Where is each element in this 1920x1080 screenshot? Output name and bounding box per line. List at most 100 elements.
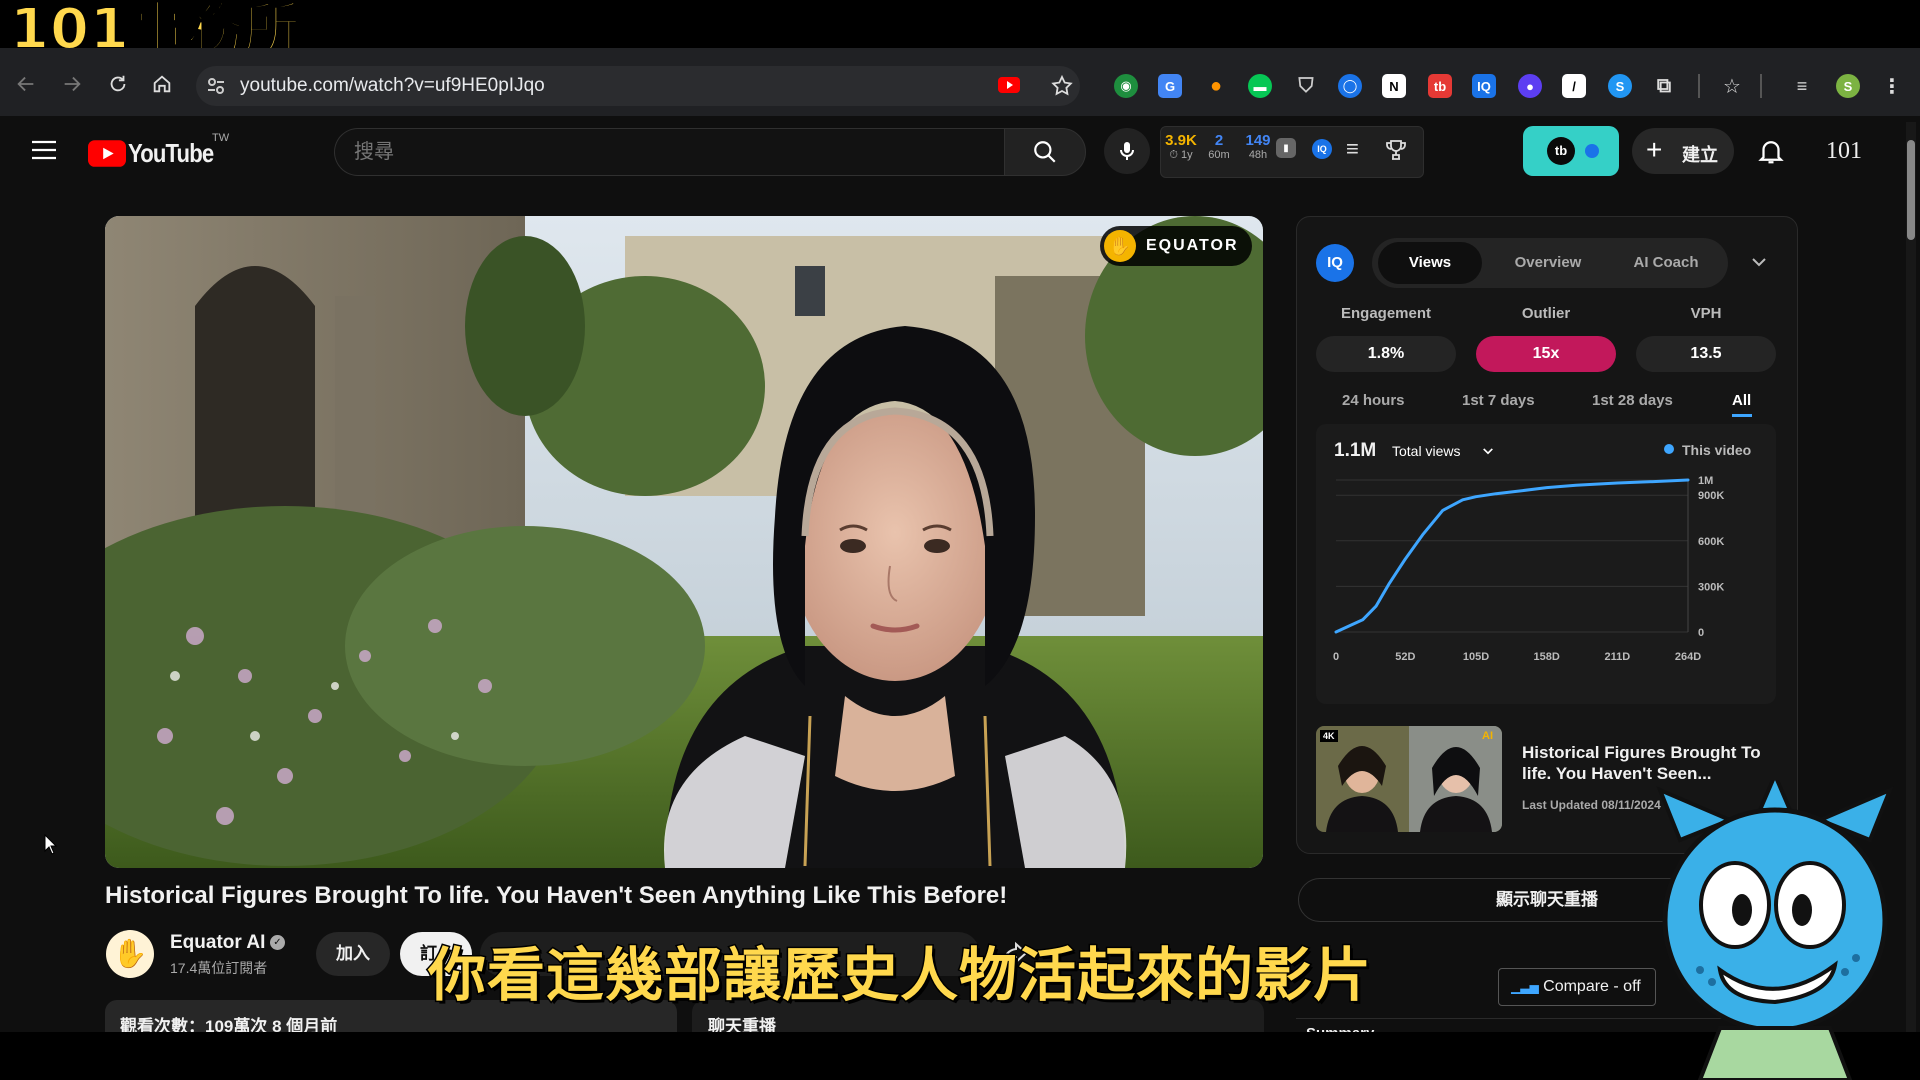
subscriber-count: 17.4萬位訂閱者 — [170, 960, 268, 976]
range-24-hours[interactable]: 24 hours — [1342, 392, 1405, 409]
bottom-letterbox — [0, 1032, 1920, 1080]
firefox-ext-icon[interactable]: ● — [1204, 74, 1228, 98]
swirl-ext-icon[interactable]: S — [1608, 74, 1632, 98]
forward-button[interactable] — [54, 66, 90, 102]
tab-overview[interactable]: Overview — [1494, 242, 1602, 284]
verified-check-icon: ✓ — [270, 935, 285, 950]
region-code: TW — [212, 132, 230, 144]
related-thumbnail[interactable]: 4K AI — [1316, 726, 1502, 832]
voice-search-button[interactable] — [1104, 128, 1150, 174]
circle-ext-icon[interactable]: ◯ — [1338, 74, 1362, 98]
related-video-title[interactable]: Historical Figures Brought To life. You … — [1522, 742, 1782, 784]
youtube-logo[interactable]: YouTube — [88, 138, 228, 168]
y-tick-label: 1M — [1698, 475, 1713, 487]
shield-ext-icon[interactable]: ⛉ — [1294, 74, 1318, 98]
select-chevron-icon — [1483, 448, 1494, 455]
bookmark-star-icon[interactable]: ☆ — [1720, 74, 1744, 98]
tubebuddy-ext-icon[interactable]: tb — [1428, 74, 1452, 98]
youtube-logo-text: YouTube — [128, 137, 214, 168]
metric-engagement-value: 1.8% — [1316, 336, 1456, 372]
arrow-right-icon — [64, 76, 81, 92]
y-tick-label: 900K — [1698, 490, 1724, 502]
plus-icon: + — [1646, 134, 1663, 165]
x-tick-label: 264D — [1675, 651, 1701, 663]
media-icon[interactable]: ≡ — [1790, 74, 1814, 98]
create-button[interactable]: + 建立 — [1632, 128, 1734, 174]
metric-engagement-label: Engagement — [1340, 305, 1431, 322]
stat-count-value: 149 — [1245, 132, 1271, 149]
range-all[interactable]: All — [1732, 392, 1751, 409]
tubebuddy-button[interactable]: tb — [1523, 126, 1619, 176]
total-views-value: 1.1M — [1334, 440, 1377, 461]
range-7-days[interactable]: 1st 7 days — [1462, 392, 1535, 409]
mascot-character — [1656, 780, 1894, 1080]
notion-ext-icon[interactable]: N — [1382, 74, 1406, 98]
y-tick-label: 300K — [1698, 581, 1724, 593]
search-input[interactable] — [352, 128, 956, 176]
back-button[interactable] — [8, 66, 44, 102]
account-avatar[interactable]: 101 — [1820, 130, 1868, 172]
video-player[interactable]: ✋ EQUATOR — [105, 216, 1263, 868]
chevron-down-icon[interactable] — [1750, 256, 1768, 268]
join-button[interactable]: 加入 — [316, 932, 390, 976]
x-tick-label: 158D — [1534, 651, 1560, 663]
status-dot-icon — [1585, 144, 1599, 158]
channel-name[interactable]: Equator AI — [170, 932, 265, 954]
reload-button[interactable] — [100, 66, 136, 102]
scrollbar-thumb[interactable] — [1907, 140, 1915, 240]
hamburger-menu-icon[interactable] — [30, 138, 58, 162]
video-title: Historical Figures Brought To life. You … — [105, 882, 1008, 909]
toolbar-divider — [1760, 74, 1762, 98]
tab-views[interactable]: Views — [1378, 242, 1482, 284]
menu-dots-icon[interactable]: ⋮ — [1880, 74, 1904, 98]
profile-icon[interactable]: S — [1836, 74, 1860, 98]
site-settings-icon[interactable] — [206, 76, 226, 96]
chat-ext-icon[interactable]: ▬ — [1248, 74, 1272, 98]
stat-views-value: 3.9K — [1165, 132, 1197, 149]
puzzle-icon[interactable]: ⧉ — [1652, 74, 1676, 98]
chart-grid — [1336, 479, 1689, 633]
stat-views: 3.9K ⏱ 1y — [1162, 132, 1200, 162]
compare-toggle[interactable]: ▁▃▅ Compare - off — [1498, 968, 1656, 1006]
y-axis-ticks: 0 300K 600K 900K 1M — [1698, 475, 1724, 639]
legend-this-video: This video — [1682, 442, 1752, 458]
planet-ext-icon[interactable]: ● — [1518, 74, 1542, 98]
vidiq-icon[interactable]: IQ — [1312, 139, 1332, 159]
metric-vph-value: 13.5 — [1636, 336, 1776, 372]
related-thumbnail-image — [1316, 726, 1502, 832]
youtube-ext-icon[interactable] — [998, 77, 1020, 93]
slash-ext-icon[interactable]: / — [1562, 74, 1586, 98]
star-icon[interactable] — [1050, 74, 1074, 98]
bar-chart-icon[interactable]: ▮ — [1276, 138, 1296, 158]
metric-outlier-label: Outlier — [1521, 305, 1571, 322]
range-28-days[interactable]: 1st 28 days — [1592, 392, 1673, 409]
metric-vph-label: VPH — [1690, 305, 1722, 322]
home-icon — [153, 75, 171, 93]
globe-ext-icon[interactable]: ◉ — [1114, 74, 1138, 98]
vidiq-ext-icon[interactable]: IQ — [1472, 74, 1496, 98]
y-tick-label: 0 — [1698, 627, 1704, 639]
url-text[interactable]: youtube.com/watch?v=uf9HE0pIJqo — [240, 66, 545, 106]
search-button[interactable] — [1004, 128, 1086, 176]
notification-bell-icon[interactable] — [1756, 136, 1786, 166]
metric-select-label: Total views — [1392, 443, 1461, 459]
microphone-icon — [1120, 142, 1134, 160]
channel-avatar[interactable]: ✋ — [106, 930, 154, 978]
channel-watermark: ✋ EQUATOR — [1100, 226, 1252, 266]
toolbar-divider — [1698, 74, 1700, 98]
views-line-chart: 0 52D 105D 158D 211D 264D 0 300K 600K 900K 1M — [1333, 475, 1724, 663]
arrow-left-icon — [17, 76, 34, 92]
home-button[interactable] — [144, 66, 180, 102]
mouse-cursor-icon — [44, 834, 58, 855]
stat-videos: 2 60m — [1204, 132, 1234, 161]
stat-videos-period: 60m — [1208, 149, 1230, 161]
tab-ai-coach[interactable]: AI Coach — [1612, 242, 1720, 284]
trophy-icon[interactable] — [1384, 138, 1408, 162]
compare-label: Compare - off — [1543, 978, 1641, 995]
list-icon[interactable]: ≡ — [1346, 136, 1359, 162]
search-icon — [1034, 141, 1056, 163]
metric-select[interactable]: Total views — [1392, 443, 1494, 459]
ai-badge: AI — [1482, 730, 1493, 742]
stat-views-period-text: 1y — [1181, 149, 1193, 161]
translate-ext-icon[interactable]: G — [1158, 74, 1182, 98]
